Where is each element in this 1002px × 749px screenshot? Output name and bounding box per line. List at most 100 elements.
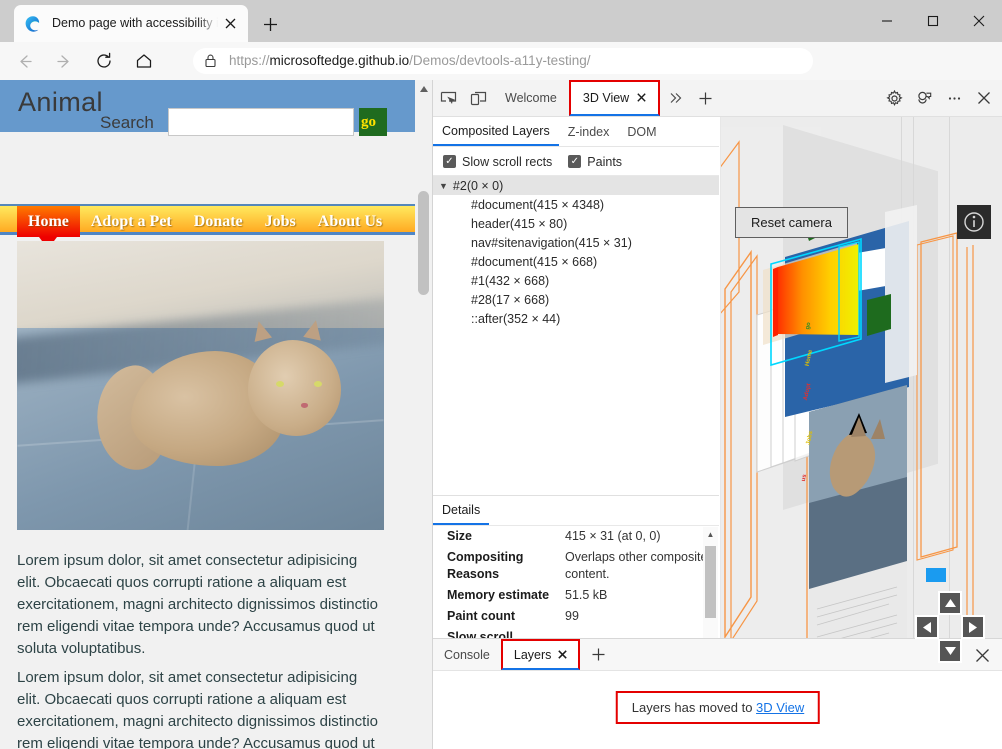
nav-item-home[interactable]: Home — [17, 206, 80, 237]
layer-tree-item[interactable]: ::after(352 × 44) — [433, 309, 719, 328]
3d-view-canvas[interactable]: go Home Adopt Jobs us Reset camera — [720, 117, 1002, 718]
checkbox-paints[interactable]: ✓ Paints — [568, 155, 622, 169]
3d-nav-up-button[interactable] — [938, 591, 962, 615]
tab-title: Demo page with accessibility iss — [52, 5, 218, 42]
device-emulation-icon[interactable] — [463, 84, 493, 112]
layer-tree-item[interactable]: #1(432 × 668) — [433, 271, 719, 290]
3d-view-link[interactable]: 3D View — [756, 700, 804, 715]
devtools-panel: Welcome 3D View — [432, 80, 1002, 749]
home-button[interactable] — [128, 45, 160, 77]
detail-value: 415 × 31 (at 0, 0) — [565, 528, 719, 545]
close-window-button[interactable] — [956, 0, 1002, 42]
detail-key: Paint count — [447, 608, 565, 625]
detail-key: Compositing Reasons — [447, 549, 565, 583]
feedback-icon[interactable] — [909, 84, 939, 112]
page-scrollbar[interactable] — [415, 80, 432, 749]
layer-tree-root-label: #2(0 × 0) — [453, 179, 503, 193]
scrollbar-thumb[interactable] — [418, 191, 429, 295]
detail-value: 99 — [565, 608, 719, 625]
nav-item-jobs[interactable]: Jobs — [254, 206, 307, 237]
window-controls — [864, 0, 1002, 42]
3d-nav-down-button[interactable] — [938, 639, 962, 663]
devtools-tab-3d-view[interactable]: 3D View — [569, 80, 660, 116]
web-page-viewport: Animal Search go Home Adopt a Pet Donate… — [0, 80, 432, 749]
layer-tree[interactable]: ▼ #2(0 × 0) #document(415 × 4348) header… — [433, 176, 719, 472]
layer-tree-item[interactable]: #document(415 × 4348) — [433, 195, 719, 214]
page-paragraph: Lorem ipsum dolor, sit amet consectetur … — [17, 550, 384, 660]
subtab-z-index[interactable]: Z-index — [559, 117, 619, 146]
layer-tree-item[interactable]: #28(17 × 668) — [433, 290, 719, 309]
subtab-composited-layers[interactable]: Composited Layers — [433, 117, 559, 146]
hero-cat-image — [17, 241, 384, 530]
maximize-button[interactable] — [910, 0, 956, 42]
scroll-up-arrow[interactable]: ▲ — [703, 527, 718, 542]
detail-value: Overlaps other composited content. — [565, 549, 719, 583]
layers-subtabs: Composited Layers Z-index DOM — [433, 117, 719, 147]
layers-moved-message: Layers has moved to 3D View — [616, 691, 820, 724]
detail-row-size: Size 415 × 31 (at 0, 0) — [433, 526, 719, 547]
reload-button[interactable] — [88, 45, 120, 77]
3d-nav-right-button[interactable] — [961, 615, 985, 639]
address-bar[interactable]: https://microsoftedge.github.io/Demos/de… — [193, 48, 813, 74]
detail-value: 51.5 kB — [565, 587, 719, 604]
edge-logo-icon — [24, 15, 42, 33]
devtools-tab-welcome[interactable]: Welcome — [493, 80, 569, 116]
detail-row-memory-estimate: Memory estimate 51.5 kB — [433, 585, 719, 606]
add-devtools-tab-button[interactable] — [690, 84, 720, 112]
forward-button[interactable] — [48, 45, 80, 77]
browser-window: Demo page with accessibility iss — [0, 0, 1002, 749]
detail-key: Memory estimate — [447, 587, 565, 604]
browser-tab[interactable]: Demo page with accessibility iss — [14, 5, 248, 42]
go-button[interactable]: go — [359, 108, 387, 136]
site-title: Animal — [18, 87, 103, 118]
chevron-down-icon[interactable]: ▼ — [439, 181, 448, 191]
reset-camera-button[interactable]: Reset camera — [735, 207, 848, 238]
checkbox-slow-scroll-rects[interactable]: ✓ Slow scroll rects — [443, 155, 552, 169]
layer-tree-item[interactable]: #document(415 × 668) — [433, 252, 719, 271]
add-drawer-tab-button[interactable] — [580, 639, 617, 670]
close-icon[interactable] — [558, 648, 567, 662]
scroll-up-arrow[interactable] — [415, 80, 432, 97]
detail-row-compositing-reasons: Compositing Reasons Overlaps other compo… — [433, 547, 719, 585]
checkbox-box: ✓ — [568, 155, 581, 168]
tab-strip: Demo page with accessibility iss — [0, 0, 1002, 42]
devtools-toolbar: Welcome 3D View — [433, 80, 1002, 117]
nav-item-adopt-a-pet[interactable]: Adopt a Pet — [80, 206, 183, 237]
detail-key: Size — [447, 528, 565, 545]
checkbox-box: ✓ — [443, 155, 456, 168]
scrollbar-thumb[interactable] — [705, 546, 716, 618]
close-icon[interactable] — [637, 91, 646, 105]
gear-icon[interactable] — [879, 84, 909, 112]
info-icon[interactable] — [957, 205, 991, 239]
back-button[interactable] — [8, 45, 40, 77]
new-tab-button[interactable] — [256, 10, 284, 38]
devtools-toolbar-actions — [879, 84, 999, 112]
layer-selection-chip[interactable] — [926, 568, 946, 582]
drawer-tab-layers-label: Layers — [514, 648, 552, 662]
subtab-dom[interactable]: DOM — [618, 117, 665, 146]
devtools-tab-3d-view-label: 3D View — [583, 91, 629, 105]
tab-close-button[interactable] — [218, 12, 242, 36]
3d-nav-left-button[interactable] — [915, 615, 939, 639]
drawer-tab-console[interactable]: Console — [433, 639, 501, 670]
search-label: Search — [100, 113, 154, 133]
lock-icon — [203, 53, 219, 69]
minimize-button[interactable] — [864, 0, 910, 42]
address-bar-url: https://microsoftedge.github.io/Demos/de… — [229, 48, 590, 74]
details-tabbar: Details — [433, 496, 719, 526]
tab-details[interactable]: Details — [433, 496, 489, 525]
checkbox-label: Paints — [587, 155, 622, 169]
search-input[interactable] — [168, 108, 354, 136]
devtools-more-button[interactable] — [939, 84, 969, 112]
more-tabs-chevron-icon[interactable] — [660, 84, 690, 112]
close-devtools-button[interactable] — [969, 84, 999, 112]
checkbox-label: Slow scroll rects — [462, 155, 552, 169]
layers-options: ✓ Slow scroll rects ✓ Paints — [433, 148, 719, 176]
nav-item-about-us[interactable]: About Us — [307, 206, 393, 237]
layer-tree-root-row[interactable]: ▼ #2(0 × 0) — [433, 176, 719, 195]
layer-tree-item[interactable]: header(415 × 80) — [433, 214, 719, 233]
drawer-tab-layers[interactable]: Layers — [501, 639, 581, 670]
nav-item-donate[interactable]: Donate — [183, 206, 254, 237]
inspect-element-icon[interactable] — [433, 84, 463, 112]
layer-tree-item[interactable]: nav#sitenavigation(415 × 31) — [433, 233, 719, 252]
